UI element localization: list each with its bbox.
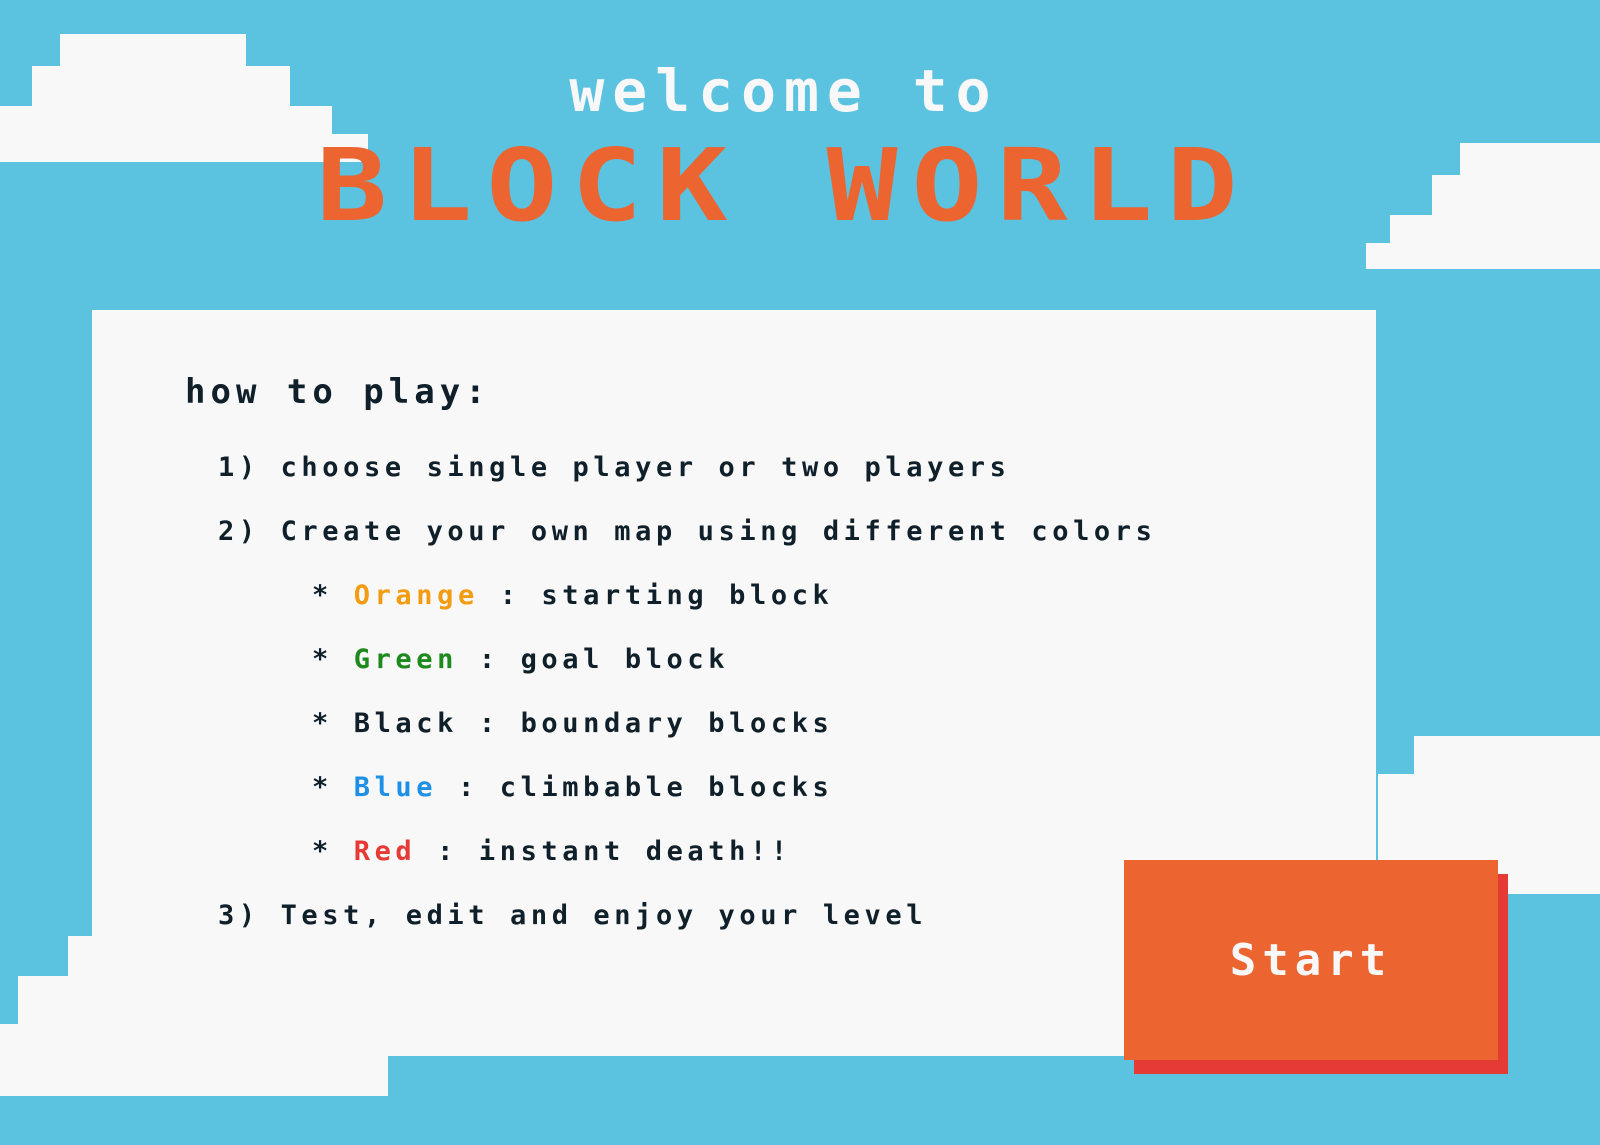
legend-color-name: Green [353, 644, 458, 675]
bullet: * [312, 772, 333, 803]
legend-description: : climbable blocks [458, 772, 834, 803]
step-1: 1) choose single player or two players [218, 452, 1011, 483]
legend-description: : goal block [478, 644, 730, 675]
legend-color-name: Black [353, 708, 458, 739]
step-2: 2) Create your own map using different c… [218, 516, 1157, 547]
step-3: 3) Test, edit and enjoy your level [218, 900, 927, 931]
how-to-play-heading: how to play: [185, 372, 491, 412]
step-number: 1) [218, 452, 260, 483]
legend-item-red: * Red : instant death!! [312, 836, 792, 867]
legend-item-green: * Green : goal block [312, 644, 729, 675]
bullet: * [312, 580, 333, 611]
bullet: * [312, 708, 333, 739]
start-button[interactable]: Start [1124, 860, 1498, 1060]
step-number: 3) [218, 900, 260, 931]
legend-color-name: Red [353, 836, 417, 867]
step-number: 2) [218, 516, 260, 547]
legend-item-blue: * Blue : climbable blocks [312, 772, 833, 803]
cloud-block [1414, 736, 1600, 776]
legend-description: : instant death!! [437, 836, 792, 867]
bullet: * [312, 644, 333, 675]
step-text: choose single player or two players [280, 452, 1011, 483]
step-text: Create your own map using different colo… [280, 516, 1157, 547]
bullet: * [312, 836, 333, 867]
cloud-block [1366, 243, 1600, 269]
cloud-block [0, 1056, 388, 1096]
legend-description: : boundary blocks [478, 708, 834, 739]
step-text: Test, edit and enjoy your level [280, 900, 928, 931]
legend-color-name: Orange [353, 580, 479, 611]
legend-item-black: * Black : boundary blocks [312, 708, 833, 739]
legend-color-name: Blue [353, 772, 438, 803]
game-title: BLOCK WORLD [316, 126, 1252, 244]
legend-item-orange: * Orange : starting block [312, 580, 833, 611]
legend-description: : starting block [499, 580, 834, 611]
welcome-text: welcome to [569, 57, 999, 125]
